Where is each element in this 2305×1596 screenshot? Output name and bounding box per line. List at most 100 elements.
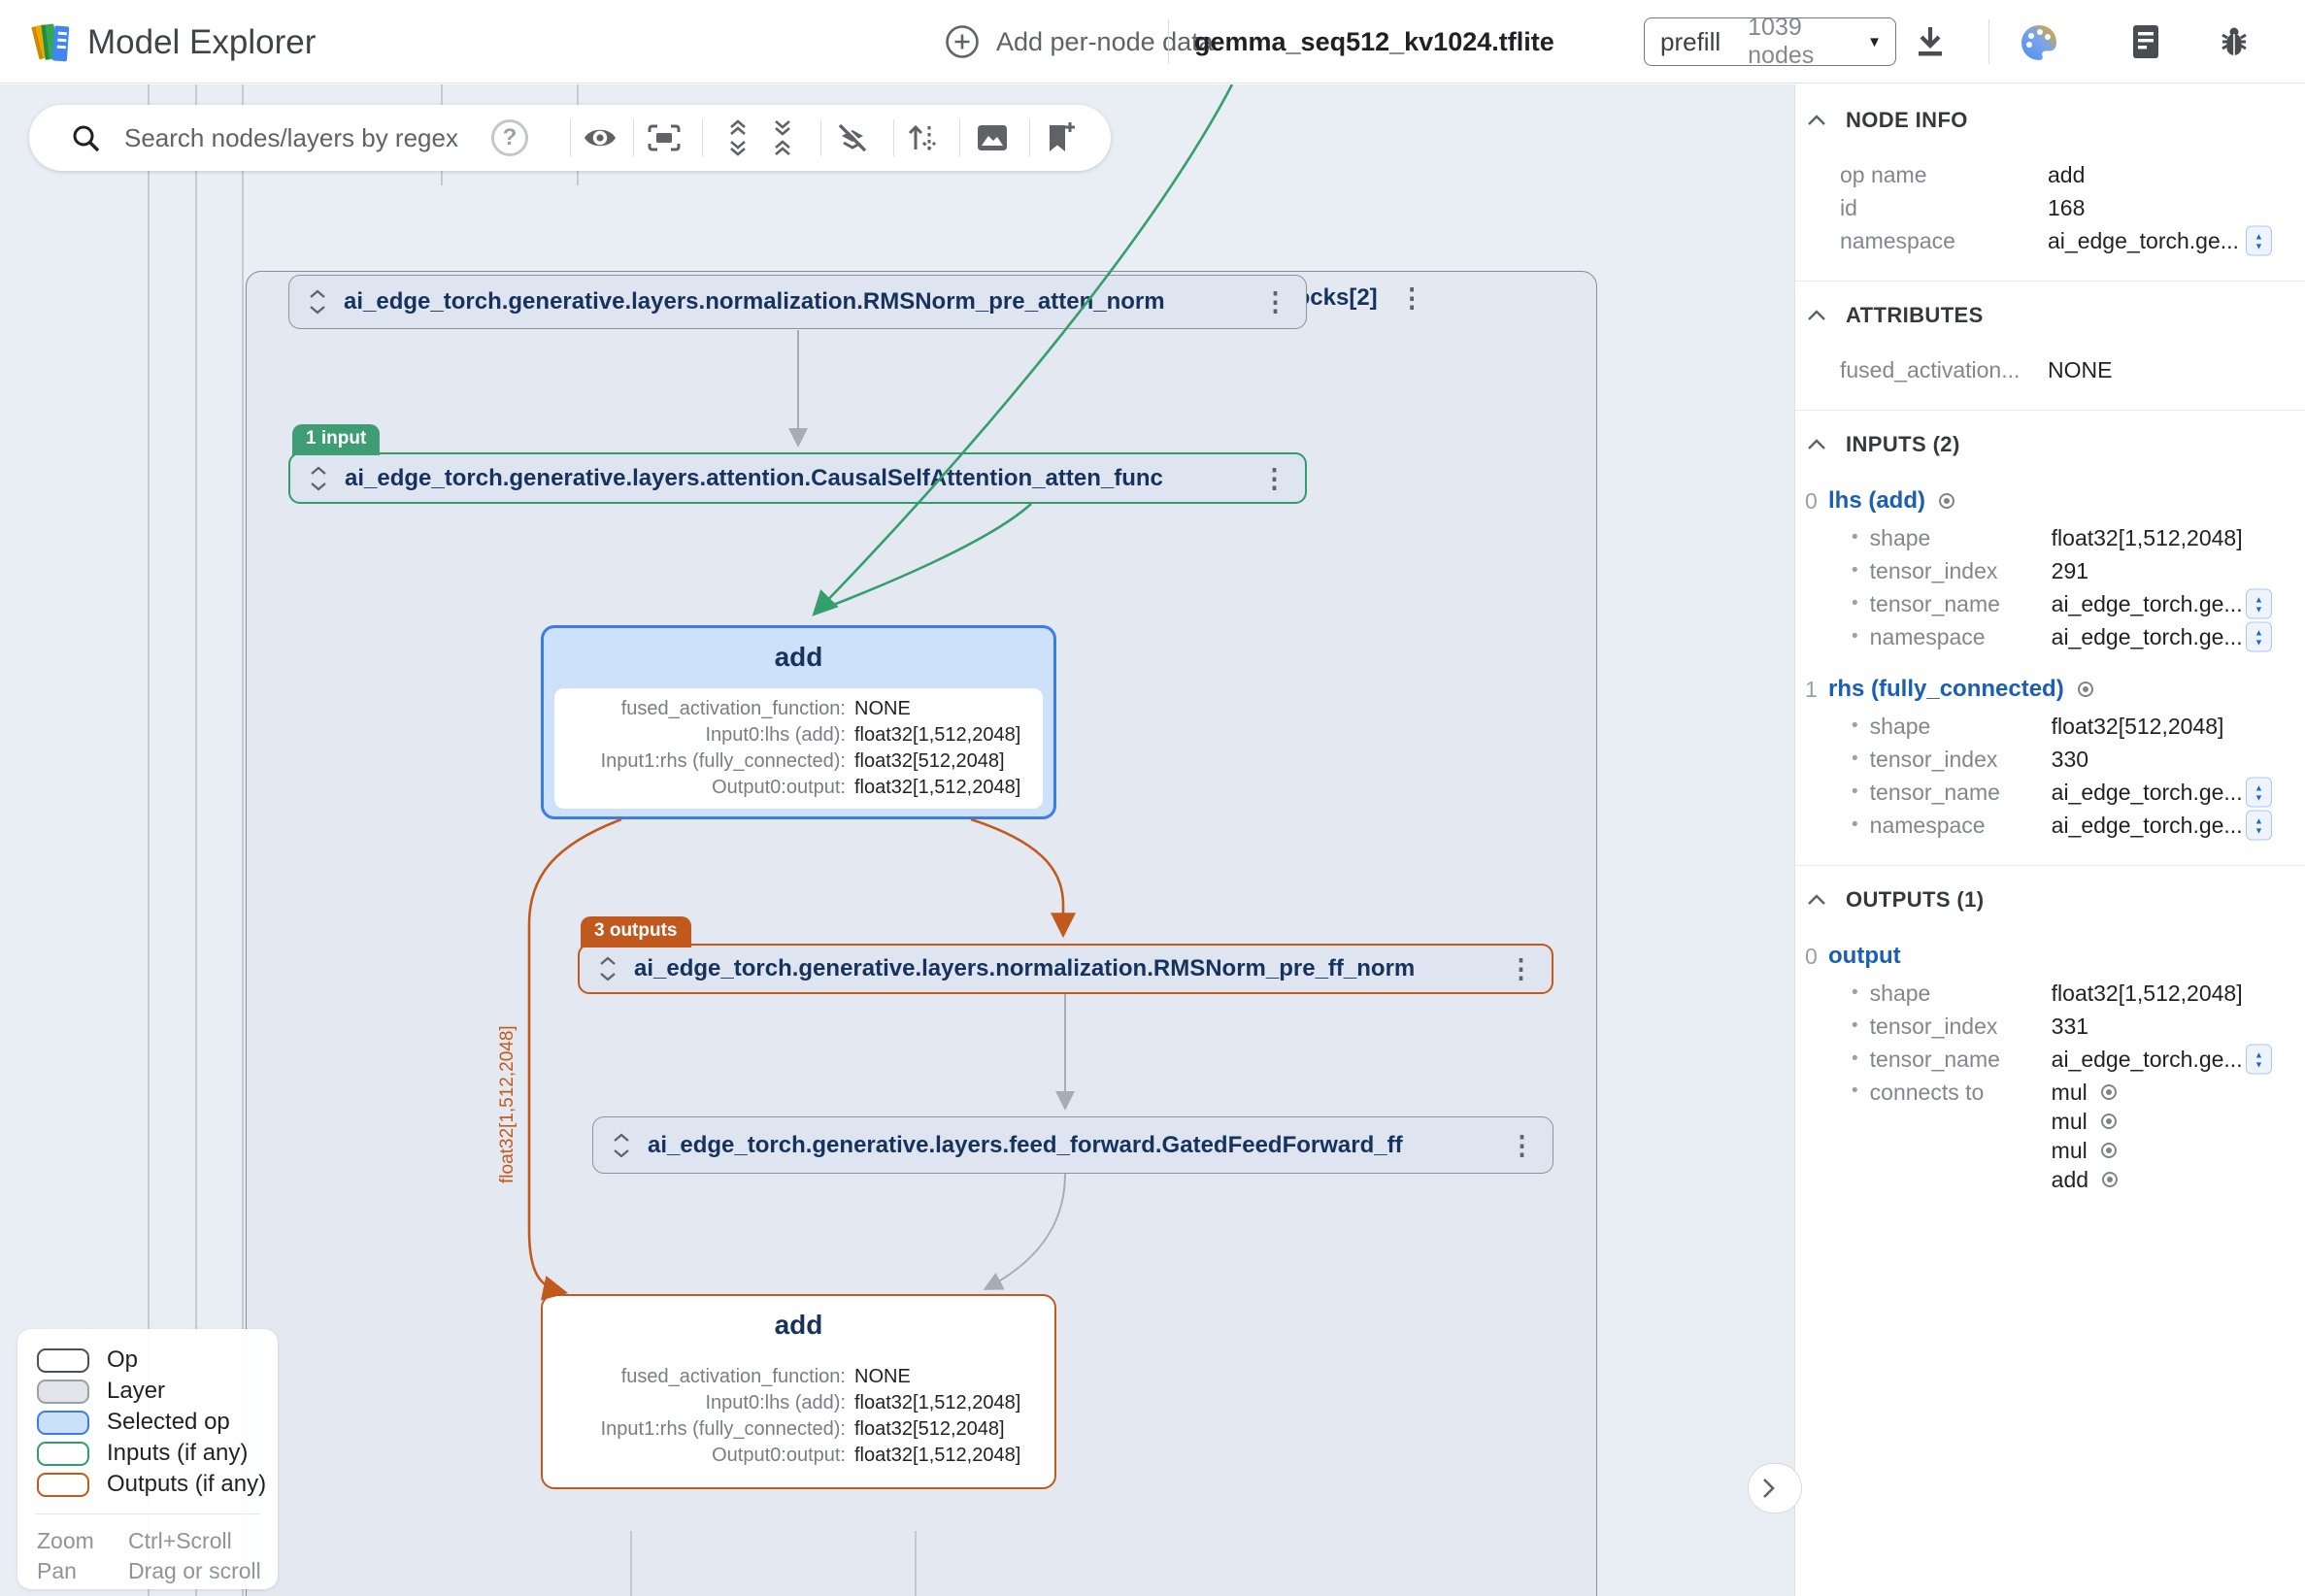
bookmark-add-icon — [1044, 120, 1077, 155]
info-value: ai_edge_torch.ge... — [2048, 228, 2239, 254]
node-add-output[interactable]: add fused_activation_function:NONE Input… — [541, 1294, 1056, 1489]
output-name-link[interactable]: output — [1828, 943, 1901, 970]
collapse-all-icon — [769, 119, 796, 156]
prop-label: tensor_name — [1870, 780, 2052, 806]
prop-row: •tensor_nameai_edge_torch.ge...▲▼ — [1795, 1043, 2305, 1076]
help-icon[interactable]: ? — [491, 119, 528, 156]
locate-icon[interactable] — [1939, 493, 1954, 509]
layer-menu-icon[interactable]: ⋮ — [1395, 288, 1429, 308]
legend-item-outputs: Outputs (if any) — [17, 1469, 278, 1500]
node-menu-icon[interactable]: ⋮ — [1504, 959, 1538, 979]
expand-text-icon[interactable]: ▲▼ — [2246, 622, 2272, 652]
add-per-node-data-button[interactable]: Add per-node data — [944, 23, 1214, 60]
toolbar-divider — [633, 119, 634, 156]
add-per-node-data-label: Add per-node data — [996, 27, 1214, 57]
prop-value: ai_edge_torch.ge... — [2052, 1047, 2243, 1073]
chevron-up-icon — [1807, 310, 1826, 321]
input-index: 1 — [1795, 677, 1828, 703]
node-causal-self-attention[interactable]: ai_edge_torch.generative.layers.attentio… — [288, 452, 1307, 504]
node-rmsnorm-pre-atten[interactable]: ai_edge_torch.generative.layers.normaliz… — [288, 275, 1307, 329]
expand-layer-icon[interactable] — [597, 955, 618, 982]
attr-label: fused_activation_function: — [554, 1364, 846, 1390]
expand-layer-icon[interactable] — [611, 1132, 632, 1159]
prop-value: ai_edge_torch.ge... — [2052, 813, 2243, 839]
toggle-visibility-button[interactable] — [581, 118, 619, 157]
locate-icon[interactable] — [2101, 1084, 2117, 1100]
input-name-link[interactable]: lhs (add) — [1828, 487, 1925, 515]
connects-to-item: mul — [2052, 1136, 2118, 1165]
app-title: Model Explorer — [87, 23, 316, 62]
section-inputs[interactable]: INPUTS (2) — [1795, 424, 2305, 465]
bug-icon[interactable] — [2214, 21, 2255, 62]
inputs-swatch — [37, 1442, 89, 1466]
expand-text-icon[interactable]: ▲▼ — [2246, 226, 2272, 256]
pan-hint: Pan Drag or scroll — [17, 1556, 278, 1586]
connects-to-op: mul — [2052, 1109, 2088, 1135]
download-image-button[interactable] — [973, 118, 1012, 157]
flatten-layers-icon — [834, 119, 871, 156]
prop-row: •tensor_nameai_edge_torch.ge...▲▼ — [1795, 587, 2305, 620]
hint-gesture: Drag or scroll — [128, 1558, 261, 1584]
expand-layer-icon[interactable] — [308, 465, 329, 492]
prop-label: shape — [1870, 981, 2052, 1007]
eye-icon — [582, 123, 618, 152]
locate-icon[interactable] — [2101, 1114, 2117, 1129]
prop-row: •namespaceai_edge_torch.ge...▲▼ — [1795, 620, 2305, 653]
connects-to-item: add — [2052, 1165, 2118, 1194]
section-node-info[interactable]: NODE INFO — [1795, 100, 2305, 141]
info-value: 168 — [2048, 195, 2085, 221]
node-gated-feed-forward[interactable]: ai_edge_torch.generative.layers.feed_for… — [592, 1116, 1553, 1174]
graph-canvas[interactable]: ai_edge_torch.generative.layers.attentio… — [0, 84, 1794, 1596]
prop-row: •shapefloat32[1,512,2048] — [1795, 521, 2305, 554]
download-icon[interactable] — [1911, 21, 1950, 62]
collapse-all-button[interactable] — [763, 118, 802, 157]
section-title: ATTRIBUTES — [1846, 303, 1984, 328]
connects-to-op: mul — [2052, 1138, 2088, 1164]
connects-to-item: mul — [2052, 1107, 2118, 1136]
input-name-link[interactable]: rhs (fully_connected) — [1828, 676, 2064, 703]
dropdown-caret-icon: ▼ — [1867, 34, 1882, 50]
expand-text-icon[interactable]: ▲▼ — [2246, 589, 2272, 619]
section-attributes[interactable]: ATTRIBUTES — [1795, 295, 2305, 336]
expand-text-icon[interactable]: ▲▼ — [2246, 811, 2272, 841]
expand-text-icon[interactable]: ▲▼ — [2246, 1045, 2272, 1075]
node-rmsnorm-pre-ff[interactable]: ai_edge_torch.generative.layers.normaliz… — [578, 944, 1553, 994]
node-label: ai_edge_torch.generative.layers.feed_for… — [648, 1132, 1489, 1159]
fit-to-screen-button[interactable] — [645, 118, 684, 157]
expand-text-icon[interactable]: ▲▼ — [2246, 778, 2272, 808]
node-menu-icon[interactable]: ⋮ — [1505, 1136, 1539, 1155]
bookmark-button[interactable] — [1041, 118, 1080, 157]
toolbar-divider — [702, 119, 703, 156]
topbar-divider — [1168, 19, 1169, 64]
connects-to-op: add — [2052, 1167, 2088, 1193]
prop-label: shape — [1870, 714, 2052, 740]
doc-icon[interactable] — [2126, 21, 2165, 62]
prop-label: namespace — [1870, 624, 2052, 650]
info-row-namespace: namespace ai_edge_torch.ge... ▲▼ — [1795, 224, 2305, 257]
edge-tensor-label: float32[1,512,2048] — [497, 1009, 518, 1183]
locate-icon[interactable] — [2101, 1143, 2117, 1158]
toolbar-divider — [820, 119, 821, 156]
attr-label: fused_activation... — [1840, 357, 2048, 383]
palette-icon[interactable] — [2018, 21, 2060, 64]
locate-icon[interactable] — [2102, 1172, 2118, 1187]
attr-value: float32[512,2048] — [854, 748, 1005, 775]
search-input[interactable] — [122, 118, 472, 157]
section-outputs[interactable]: OUTPUTS (1) — [1795, 880, 2305, 920]
toolbar-divider — [893, 119, 894, 156]
node-menu-icon[interactable]: ⋮ — [1257, 469, 1291, 488]
graph-selector-dropdown[interactable]: prefill 1039 nodes ▼ — [1644, 17, 1896, 66]
prop-label: tensor_name — [1870, 1047, 2052, 1073]
legend-divider — [35, 1513, 260, 1514]
node-menu-icon[interactable]: ⋮ — [1258, 292, 1292, 312]
flatten-layers-button[interactable] — [833, 118, 872, 157]
panel-toggle-button[interactable] — [1748, 1463, 1802, 1513]
prop-row: •tensor_nameai_edge_torch.ge...▲▼ — [1795, 776, 2305, 809]
expand-all-button[interactable] — [718, 118, 757, 157]
trace-io-button[interactable] — [903, 118, 942, 157]
chevron-right-icon — [1760, 1477, 1776, 1500]
expand-layer-icon[interactable] — [307, 288, 328, 316]
node-add-selected[interactable]: add fused_activation_function:NONE Input… — [541, 625, 1056, 819]
outputs-swatch — [37, 1473, 89, 1497]
locate-icon[interactable] — [2078, 682, 2093, 697]
